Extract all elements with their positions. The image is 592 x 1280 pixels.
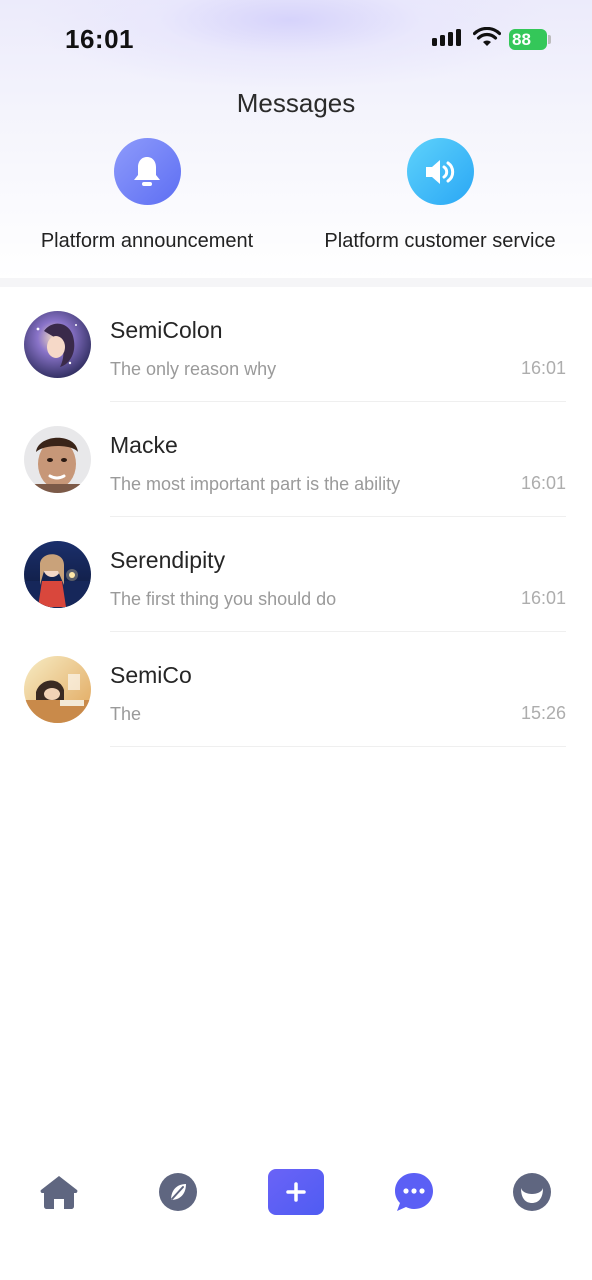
- speaker-icon: [406, 138, 474, 205]
- message-time: 16:01: [520, 588, 566, 608]
- message-preview: The: [110, 704, 142, 724]
- platform-announcement-label: Platform announcement: [40, 230, 254, 252]
- conversation-item[interactable]: Serendipity The first thing you should d…: [0, 517, 592, 632]
- plus-icon: [268, 1169, 324, 1215]
- page-title: Messages: [236, 88, 356, 118]
- tab-home[interactable]: [29, 1160, 89, 1224]
- home-icon: [40, 1176, 78, 1209]
- wifi-icon: [473, 27, 501, 46]
- contact-name: SemiColon: [110, 317, 223, 343]
- cellular-signal-icon: [432, 29, 461, 46]
- platform-customer-service-button[interactable]: Platform customer service: [305, 138, 575, 253]
- conversation-item[interactable]: Macke The most important part is the abi…: [0, 402, 592, 517]
- bell-icon: [113, 138, 181, 205]
- message-time: 16:01: [520, 358, 566, 378]
- battery-indicator: 88: [509, 29, 547, 50]
- battery-tip: [548, 35, 551, 44]
- chat-bubble-icon: [395, 1173, 433, 1211]
- message-time: 15:26: [520, 703, 566, 723]
- row-separator: [110, 746, 566, 747]
- platform-announcement-button[interactable]: Platform announcement: [27, 138, 267, 253]
- avatar: [24, 541, 91, 608]
- compass-icon: [159, 1173, 197, 1211]
- tab-messages[interactable]: [384, 1160, 444, 1224]
- conversation-item[interactable]: SemiColon The only reason why 16:01: [0, 287, 592, 402]
- avatar: [24, 656, 91, 723]
- platform-customer-service-label: Platform customer service: [324, 230, 556, 252]
- bottom-tab-bar: [0, 1160, 592, 1224]
- contact-name: Serendipity: [110, 547, 226, 573]
- avatar: [24, 311, 91, 378]
- tab-create[interactable]: [266, 1160, 326, 1224]
- profile-icon: [513, 1173, 551, 1211]
- message-time: 16:01: [520, 473, 566, 493]
- tab-discover[interactable]: [148, 1160, 208, 1224]
- message-preview: The only reason why: [110, 359, 277, 379]
- section-divider: [0, 278, 592, 287]
- status-time: 16:01: [65, 24, 134, 54]
- message-preview: The first thing you should do: [110, 589, 337, 609]
- status-bar: 16:01 88: [0, 0, 592, 80]
- contact-name: Macke: [110, 432, 178, 458]
- battery-level: 88: [512, 30, 531, 49]
- avatar: [24, 426, 91, 493]
- conversation-item[interactable]: SemiCo The 15:26: [0, 632, 592, 747]
- message-preview: The most important part is the ability: [110, 474, 401, 494]
- contact-name: SemiCo: [110, 662, 192, 688]
- tab-profile[interactable]: [502, 1160, 562, 1224]
- conversation-list: SemiColon The only reason why 16:01 Mack…: [0, 287, 592, 747]
